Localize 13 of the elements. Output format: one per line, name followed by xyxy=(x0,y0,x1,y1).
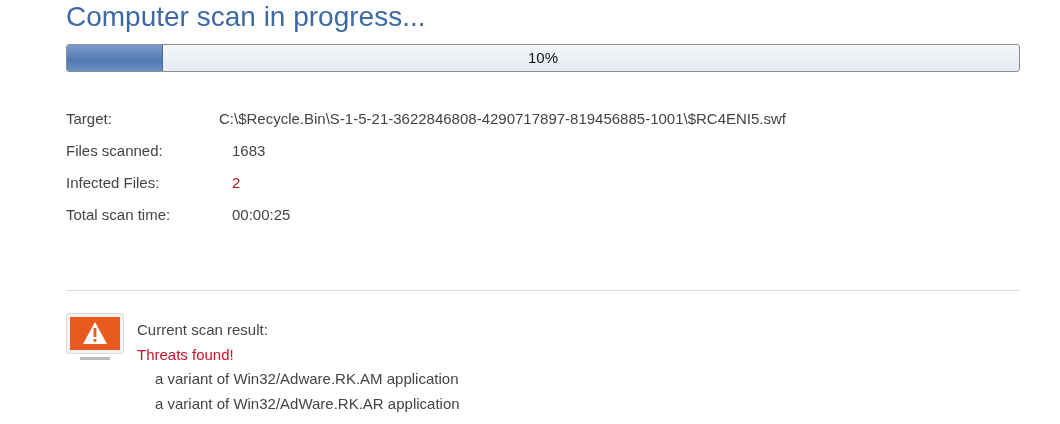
threat-name: a variant of Win32/Adware.RK.AM application xyxy=(154,369,460,389)
detail-value: C:\$Recycle.Bin\S-1-5-21-3622846808-4290717897-819456885-1001\$RC4ENI5.swf xyxy=(219,109,787,127)
scan-title: Computer scan in progress... xyxy=(66,0,427,34)
detail-value: 00:00:25 xyxy=(232,205,291,223)
threat-name: a variant of Win32/AdWare.RK.AR application xyxy=(154,393,460,414)
threat-status: Threats found! xyxy=(137,344,235,365)
detail-value: 2 xyxy=(232,173,241,191)
detail-value: 1683 xyxy=(232,141,266,159)
progress-percent: 10% xyxy=(527,48,559,68)
detail-label: Total scan time: xyxy=(66,205,172,223)
detail-label: Files scanned: xyxy=(66,141,164,159)
result-label: Current scan result: xyxy=(137,320,269,340)
detail-label: Infected Files: xyxy=(66,173,161,191)
